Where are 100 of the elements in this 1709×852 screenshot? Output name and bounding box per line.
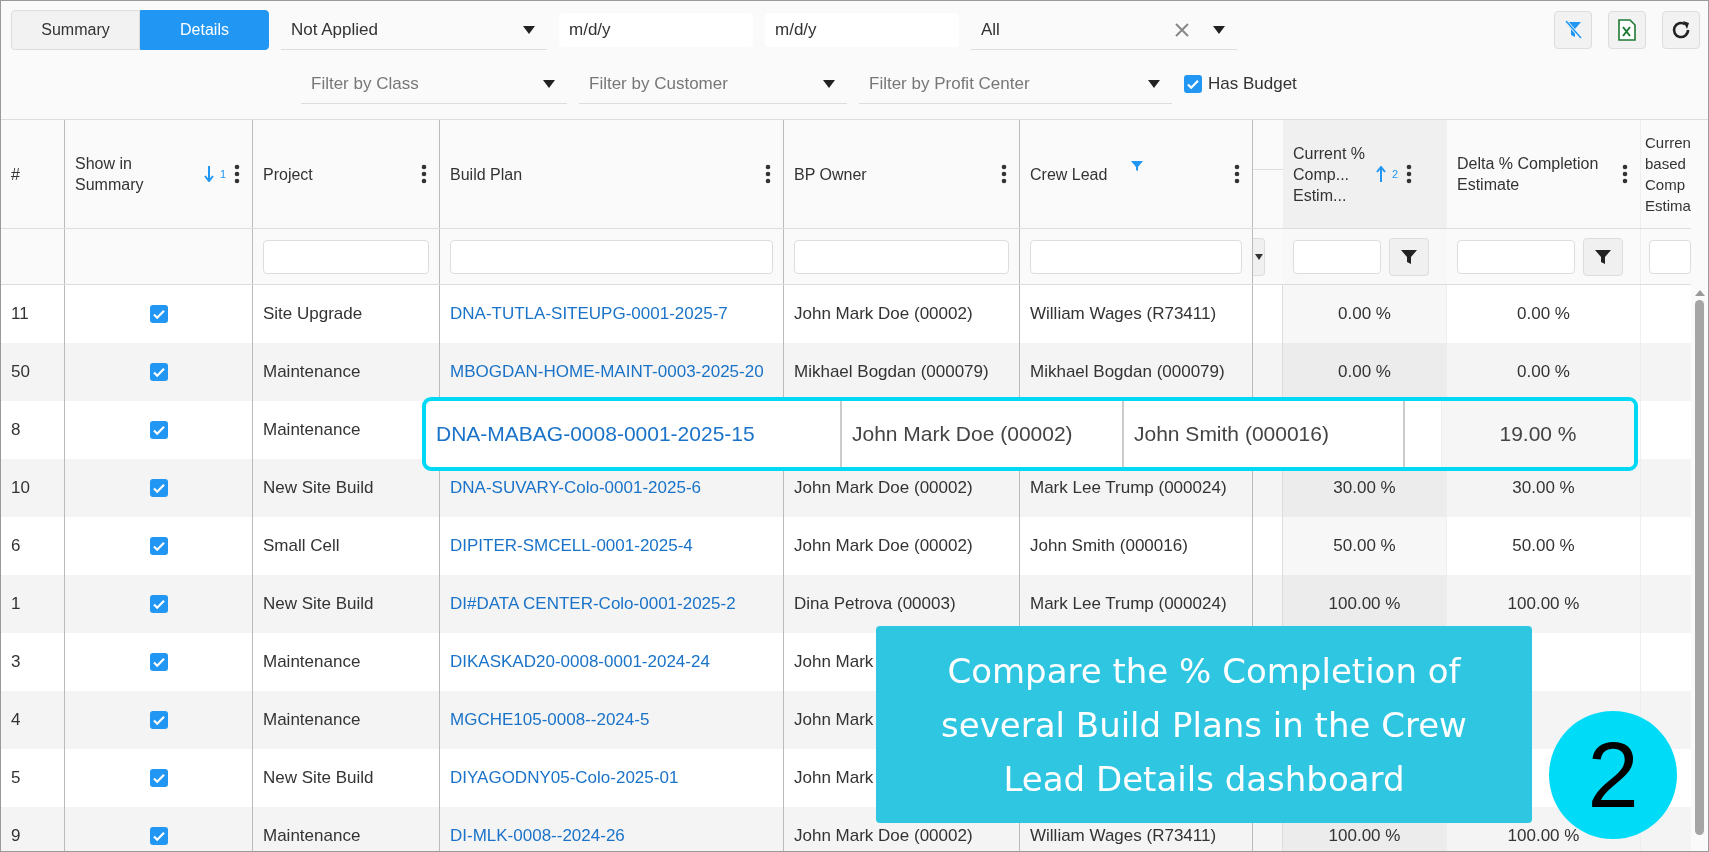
table-cell: 100.00 % (1507, 594, 1580, 614)
menu-icon[interactable] (1622, 164, 1628, 184)
spreadsheet-icon[interactable] (1608, 11, 1646, 49)
menu-icon[interactable] (765, 164, 771, 184)
table-cell: John Smith (000016) (1030, 536, 1188, 556)
menu-icon[interactable] (234, 164, 240, 184)
table-cell: 30.00 % (1512, 478, 1575, 498)
dropdown-field[interactable]: Filter by Profit Center (859, 64, 1172, 104)
table-cell: John Smith (000016) (1134, 422, 1329, 446)
table-cell: 8 (11, 420, 21, 440)
filter-field[interactable] (450, 239, 773, 274)
table-cell: 9 (11, 826, 21, 846)
column-header[interactable]: BP Owner (794, 163, 993, 185)
table-cell: 50.00 % (1512, 536, 1575, 556)
table-cell: John Mark Doe (00002) (794, 536, 973, 556)
column-header[interactable]: Project (263, 163, 413, 185)
build-plan-link[interactable]: DNA-SUVARY-Colo-0001-2025-6 (450, 477, 702, 499)
checkbox[interactable] (149, 827, 168, 845)
table-cell: 10 (11, 478, 30, 498)
build-plan-link[interactable]: DIYAGODNY05-Colo-2025-01 (450, 767, 679, 789)
filter-field[interactable] (1030, 239, 1242, 274)
checkbox[interactable] (149, 479, 168, 497)
column-header[interactable]: Build Plan (450, 163, 757, 185)
column-header[interactable]: Current % Comp... Estim... (1293, 142, 1368, 206)
dropdown-field[interactable]: All (971, 10, 1237, 50)
table-cell: John Mark (794, 710, 874, 730)
table-cell: 0.00 % (1338, 304, 1391, 324)
filter-field[interactable] (1649, 239, 1691, 274)
column-header[interactable]: # (11, 163, 52, 185)
column-header[interactable]: Crew Lead (1030, 163, 1226, 185)
filter-field[interactable] (1457, 239, 1575, 274)
table-cell: William Wages (R73411) (1030, 304, 1217, 324)
table-cell: New Site Build (263, 478, 374, 498)
date-field[interactable]: m/d/y (559, 13, 753, 47)
menu-icon[interactable] (1001, 164, 1007, 184)
table-cell: 6 (11, 536, 21, 556)
table-cell: Small Cell (263, 536, 340, 556)
table-cell: 5 (11, 768, 21, 788)
callout-text: Compare the % Completion of several Build Plans in the Crew Lead Details dashboard (876, 626, 1532, 823)
checkbox[interactable] (149, 595, 168, 613)
checkbox[interactable] (149, 711, 168, 729)
build-plan-link[interactable]: DI-MLK-0008--2024-26 (450, 825, 625, 847)
caret-icon (1213, 25, 1225, 34)
table-cell: Site Upgrade (263, 304, 363, 324)
filter-button[interactable] (1583, 237, 1623, 276)
table-cell: 100.00 % (1328, 594, 1401, 614)
table-cell: 30.00 % (1333, 478, 1396, 498)
filter-field[interactable] (1293, 239, 1381, 274)
date-field[interactable]: m/d/y (765, 13, 959, 47)
dropdown-field[interactable]: Filter by Class (301, 64, 567, 104)
menu-icon[interactable] (421, 164, 427, 184)
column-header[interactable]: Show in Summary (75, 153, 196, 195)
dropdown-field[interactable]: Filter by Customer (579, 64, 847, 104)
menu-icon[interactable] (1234, 164, 1240, 184)
view-tab[interactable]: Details (140, 10, 269, 50)
menu-icon[interactable] (1406, 164, 1413, 184)
checkbox[interactable] (149, 653, 168, 671)
caret-icon (1148, 79, 1160, 88)
filter-field[interactable] (794, 239, 1009, 274)
caret-icon[interactable] (1253, 237, 1265, 276)
table-cell: John Mark (794, 652, 874, 672)
checkbox[interactable] (149, 363, 168, 381)
checkbox-label: Has Budget (1208, 74, 1297, 94)
dropdown-field[interactable]: Not Applied (281, 10, 547, 50)
caret-icon (523, 25, 535, 34)
table-cell: 0.00 % (1338, 362, 1391, 382)
table-cell: 4 (11, 710, 21, 730)
table-cell: John Mark Doe (00002) (794, 478, 973, 498)
build-plan-link[interactable]: DIKASKAD20-0008-0001-2024-24 (450, 651, 710, 673)
table-cell: John Mark Doe (00002) (852, 422, 1073, 446)
checkbox[interactable] (1184, 75, 1202, 93)
column-header[interactable]: Delta % Completion Estimate (1457, 153, 1614, 195)
build-plan-link[interactable]: DIPITER-SMCELL-0001-2025-4 (450, 535, 693, 557)
view-tab[interactable]: Summary (11, 10, 140, 50)
checkbox[interactable] (149, 769, 168, 787)
build-plan-link[interactable]: MBOGDAN-HOME-MAINT-0003-2025-20 (450, 361, 764, 383)
caret-icon (543, 79, 555, 88)
checkbox[interactable] (149, 537, 168, 555)
sort-up-icon[interactable] (1376, 166, 1386, 182)
table-cell: Mark Lee Trump (000024) (1030, 478, 1227, 498)
filter-field[interactable] (263, 239, 429, 274)
table-cell: 1 (11, 594, 21, 614)
table-cell: 100.00 % (1328, 826, 1401, 846)
filter-button[interactable] (1389, 237, 1429, 276)
clear-icon[interactable] (1175, 22, 1189, 37)
build-plan-link[interactable]: DI#DATA CENTER-Colo-0001-2025-2 (450, 593, 736, 615)
table-cell: Mikhael Bogdan (000079) (1030, 362, 1225, 382)
sort-down-icon[interactable] (203, 166, 214, 182)
table-cell: 3 (11, 652, 21, 672)
table-cell: Mikhael Bogdan (000079) (794, 362, 989, 382)
table-cell: Maintenance (263, 652, 361, 672)
column-header[interactable]: Curren based Comp Estima (1645, 132, 1691, 216)
checkbox[interactable] (149, 421, 168, 439)
build-plan-link[interactable]: MGCHE105-0008--2024-5 (450, 709, 650, 731)
build-plan-link[interactable]: DNA-TUTLA-SITEUPG-0001-2025-7 (450, 303, 728, 325)
table-cell: Maintenance (263, 420, 361, 440)
checkbox[interactable] (149, 305, 168, 323)
clear-filter-icon[interactable] (1554, 11, 1592, 49)
refresh-icon[interactable] (1662, 11, 1700, 49)
build-plan-link[interactable]: DNA-MABAG-0008-0001-2025-15 (436, 422, 755, 446)
